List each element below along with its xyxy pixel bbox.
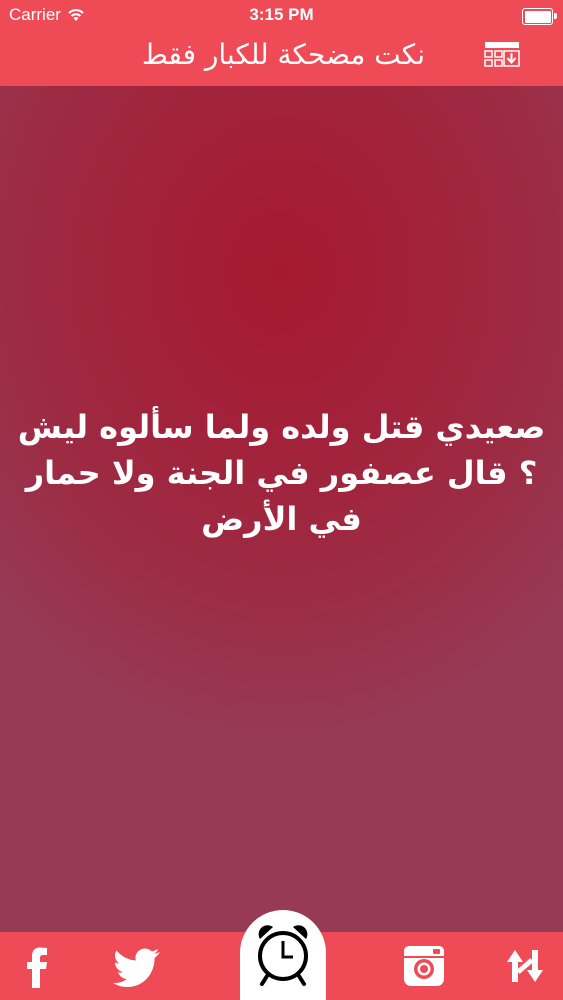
list-download-button[interactable] [484,41,520,73]
twitter-share-button[interactable] [112,942,164,990]
instagram-share-button[interactable] [400,942,448,990]
facebook-icon [27,947,47,988]
alarm-clock-icon [258,925,308,986]
status-bar: Carrier 3:15 PM [0,0,563,30]
battery-icon [522,8,557,25]
joke-text: صعيدي قتل ولده ولما سألوه ليش ؟ قال عصفو… [17,408,546,538]
twitter-icon [113,948,160,987]
app-header: Carrier 3:15 PM نكت مضحكة للكبار فقط [0,0,563,86]
shuffle-button[interactable] [501,942,549,990]
page-title: نكت مضحكة للكبار فقط [141,38,425,71]
instagram-icon [404,946,444,986]
alarm-button[interactable] [240,910,326,1000]
shuffle-icon [507,950,543,982]
facebook-share-button[interactable] [13,942,61,990]
status-time: 3:15 PM [249,5,314,24]
list-download-icon [484,42,520,67]
joke-view: صعيدي قتل ولده ولما سألوه ليش ؟ قال عصفو… [0,86,563,932]
